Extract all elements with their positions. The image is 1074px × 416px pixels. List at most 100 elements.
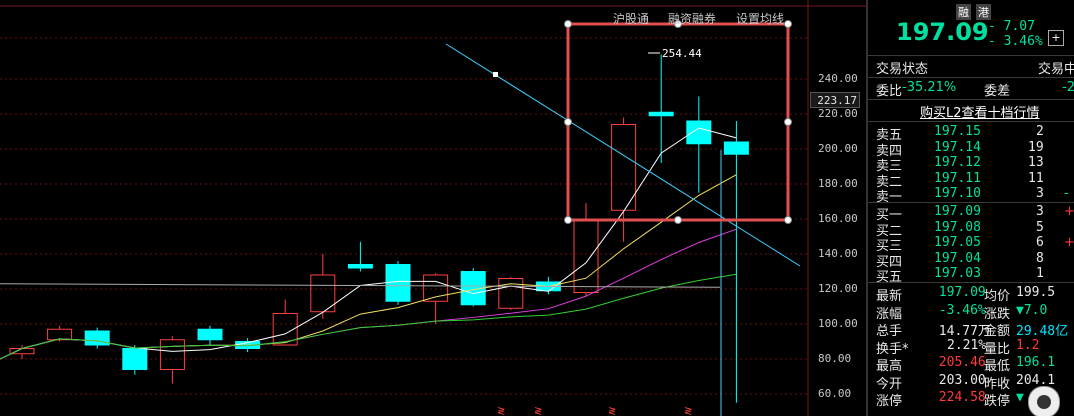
stat-label: 最高 xyxy=(876,359,903,374)
resize-handle xyxy=(674,216,682,224)
bid-price: 197.03 xyxy=(934,266,981,281)
bid-price: 197.04 xyxy=(934,250,981,266)
candle-body xyxy=(347,264,373,269)
avatar[interactable] xyxy=(1028,386,1060,416)
y-tick-label: 100.00 xyxy=(818,317,858,330)
trend-handle xyxy=(493,72,498,77)
ask-price: 197.11 xyxy=(934,170,981,186)
ask-volume: 2 xyxy=(1036,124,1044,139)
event-marker: ≷ xyxy=(608,406,616,416)
y-tick-label: 60.00 xyxy=(818,387,852,400)
bid-volume: 1 xyxy=(1036,266,1044,281)
ask-change: - xyxy=(1064,186,1069,201)
crosshair-price-label: 223.17 xyxy=(810,92,860,108)
candle-body xyxy=(686,120,712,145)
trade-status-value: 交易中 xyxy=(1038,62,1074,77)
bid-volume: 3 xyxy=(1036,204,1044,219)
stat-value: 224.58 xyxy=(938,390,986,405)
stat-value: 197.09 xyxy=(938,285,986,300)
quote-panel: 融 港 197.09 - 7.07 - 3.46% + 交易状态 交易中 委比 … xyxy=(866,0,1074,416)
stat-value: 29.48亿 xyxy=(1016,324,1069,339)
ask-volume: 13 xyxy=(1028,155,1044,170)
y-tick-label: 220.00 xyxy=(818,107,858,120)
kline-chart[interactable]: 254.44 ≷ ≷ ≷ ≷ 沪股通 融资融券 设置均线 223.17 240.00 22… xyxy=(0,0,866,416)
candlestick-plot[interactable]: 254.44 ≷ ≷ ≷ ≷ xyxy=(0,0,866,416)
stat-value: -3.46% xyxy=(938,302,986,318)
bid-price: 197.09 xyxy=(934,204,981,219)
candle-body xyxy=(122,348,148,370)
stat-value: 205.46 xyxy=(938,355,986,370)
resize-handle xyxy=(564,118,572,126)
bid-volume: 6 xyxy=(1036,235,1044,250)
weicha-label: 委差 xyxy=(984,84,1011,99)
ask-volume: 3 xyxy=(1036,186,1044,201)
resize-handle xyxy=(784,118,792,126)
stat-label: 涨停 xyxy=(876,394,903,409)
bid-change: + xyxy=(1064,204,1074,219)
resize-handle xyxy=(564,216,572,224)
stat-label: 换手* xyxy=(876,341,909,357)
event-marker: ≷ xyxy=(534,406,542,416)
bid-volume: 8 xyxy=(1036,250,1044,266)
max-price-label: 254.44 xyxy=(662,47,702,60)
trend-line xyxy=(445,43,801,267)
resize-handle xyxy=(564,20,572,28)
resize-handle xyxy=(784,216,792,224)
ask-volume: 19 xyxy=(1028,139,1044,155)
bid-change: + xyxy=(1064,235,1074,250)
margin-label[interactable]: 融资融券 xyxy=(668,10,716,27)
stat-value: ▼7.0 xyxy=(1016,302,1048,318)
stat-label: 均价 xyxy=(984,289,1011,304)
ask-price: 197.10 xyxy=(934,186,981,201)
bid-level-label: 买五 xyxy=(876,270,903,285)
candle-body xyxy=(159,339,185,370)
resize-handle xyxy=(784,20,792,28)
y-tick-label: 140.00 xyxy=(818,247,858,260)
bid-price: 197.05 xyxy=(934,235,981,250)
y-tick-label: 80.00 xyxy=(818,352,852,365)
stat-label: 涨跌 xyxy=(984,306,1011,322)
candle-body xyxy=(385,264,411,302)
ask-volume: 11 xyxy=(1028,170,1044,186)
y-tick-label: 240.00 xyxy=(818,72,858,85)
price-change: - 7.07 xyxy=(988,19,1035,34)
candle-body xyxy=(498,278,524,309)
stat-value: ▼ xyxy=(1016,390,1024,405)
stat-label: 涨幅 xyxy=(876,306,903,322)
stat-label: 昨收 xyxy=(984,376,1011,392)
weibi-value: -35.21% xyxy=(902,80,957,95)
ask-price: 197.12 xyxy=(934,155,981,170)
price-change-pct: - 3.46% xyxy=(988,34,1043,49)
stat-label: 总手 xyxy=(876,324,903,339)
candle-body xyxy=(47,328,73,341)
hsgt-label[interactable]: 沪股通 xyxy=(613,10,649,27)
stat-value: 1.2 xyxy=(1016,337,1040,353)
y-tick-label: 180.00 xyxy=(818,177,858,190)
candle-body xyxy=(197,328,223,341)
event-marker: ≷ xyxy=(684,406,692,416)
stat-label: 今开 xyxy=(876,376,903,392)
stat-label: 最新 xyxy=(876,289,903,304)
y-tick-label: 200.00 xyxy=(818,142,858,155)
stat-value: 203.00 xyxy=(938,372,986,388)
bid-volume: 5 xyxy=(1036,219,1044,235)
ma20-line xyxy=(0,228,737,360)
current-price: 197.09 xyxy=(896,18,989,46)
ma-settings-label[interactable]: 设置均线 xyxy=(736,10,784,27)
plus-icon[interactable]: + xyxy=(1048,30,1064,46)
stat-value: 2.21% xyxy=(947,337,987,353)
stat-value: 199.5 xyxy=(1016,285,1056,300)
y-tick-label: 160.00 xyxy=(818,212,858,225)
ask-price: 197.15 xyxy=(934,124,981,139)
bid-price: 197.08 xyxy=(934,219,981,235)
candle-body xyxy=(573,218,599,293)
stat-label: 跌停 xyxy=(984,394,1011,409)
trade-status-label: 交易状态 xyxy=(876,62,929,77)
l2-purchase-link[interactable]: 购买L2查看十档行情 xyxy=(920,102,1040,121)
stat-label: 金额 xyxy=(984,324,1011,339)
ask-price: 197.14 xyxy=(934,139,981,155)
candle-body xyxy=(648,111,674,117)
ask-level-label: 卖一 xyxy=(876,190,903,205)
stat-label: 量比 xyxy=(984,341,1011,357)
event-marker: ≷ xyxy=(497,406,505,416)
